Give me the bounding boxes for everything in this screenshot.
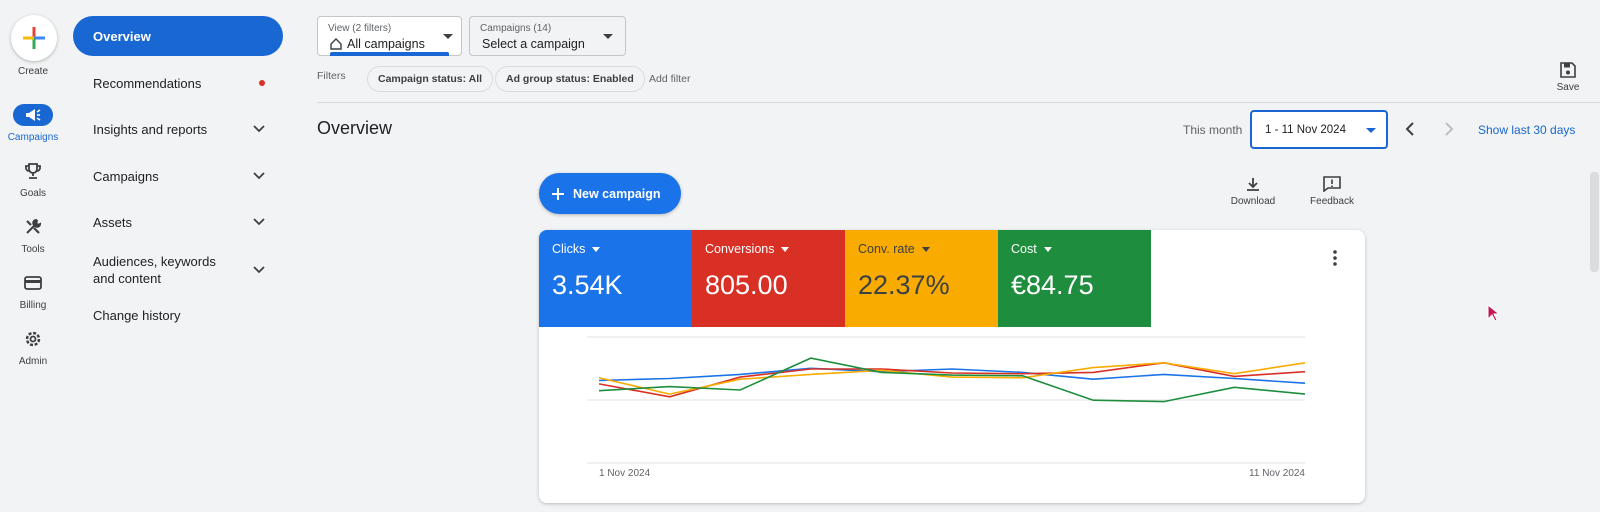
dropdown-caret-icon: [443, 34, 453, 39]
rail-item-campaigns[interactable]: Campaigns: [0, 104, 66, 143]
date-range-label: This month: [1183, 123, 1243, 137]
gear-icon: [13, 328, 53, 350]
rail-label: Tools: [21, 244, 45, 255]
nav-item-change-history[interactable]: Change history: [93, 307, 265, 323]
download-label: Download: [1230, 196, 1276, 207]
new-campaign-button[interactable]: New campaign: [539, 173, 681, 214]
create-label: Create: [17, 66, 48, 77]
add-filter-link[interactable]: Add filter: [649, 73, 690, 85]
download-icon: [1247, 178, 1259, 191]
chevron-down-icon: [253, 125, 265, 133]
x-axis-start-label: 1 Nov 2024: [599, 468, 651, 479]
metric-tile-clicks[interactable]: Clicks 3.54K: [539, 230, 692, 327]
metric-label: Conversions: [705, 242, 775, 256]
x-axis-end-label: 11 Nov 2024: [1249, 468, 1305, 479]
nav-item-assets[interactable]: Assets: [93, 214, 265, 230]
metric-tile-conversions[interactable]: Conversions 805.00: [692, 230, 845, 327]
date-range-picker[interactable]: 1 - 11 Nov 2024: [1250, 110, 1388, 149]
rail-label: Admin: [18, 356, 48, 367]
tools-icon: [13, 216, 53, 238]
view-selector-value: All campaigns: [330, 37, 425, 51]
chevron-left-icon[interactable]: [1404, 121, 1416, 137]
dropdown-caret-icon: [781, 246, 790, 252]
performance-card: Clicks 3.54K Conversions 805.00 Conv. ra…: [539, 230, 1365, 503]
nav-item-audiences[interactable]: Audiences, keywords and content: [93, 252, 265, 288]
metric-label: Cost: [1011, 242, 1037, 256]
metric-value: €84.75: [1011, 270, 1094, 300]
rail-label: Campaigns: [7, 132, 59, 143]
megaphone-icon: [13, 104, 53, 126]
nav-item-campaigns[interactable]: Campaigns: [93, 168, 265, 184]
view-selector-label: View (2 filters): [328, 23, 392, 34]
campaign-selector[interactable]: Campaigns (14) Select a campaign: [469, 16, 626, 56]
metric-value: 22.37%: [858, 270, 950, 300]
metric-label: Clicks: [552, 242, 586, 256]
rail-label: Goals: [19, 188, 47, 199]
show-last-30-days-link[interactable]: Show last 30 days: [1478, 123, 1575, 137]
metric-value: 3.54K: [552, 270, 623, 300]
create-button[interactable]: [11, 15, 57, 61]
page-title: Overview: [317, 118, 393, 138]
dropdown-caret-icon: [592, 246, 601, 252]
metric-value: 805.00: [705, 270, 788, 300]
nav-label: Campaigns: [93, 168, 159, 184]
dropdown-caret-icon: [921, 246, 930, 252]
campaign-selector-label: Campaigns (14): [480, 23, 552, 34]
line-chart: 1 Nov 2024 11 Nov 2024: [587, 336, 1306, 479]
metric-tile-cost[interactable]: Cost €84.75: [998, 230, 1151, 327]
save-button[interactable]: Save: [1552, 62, 1584, 93]
rail-item-billing[interactable]: Billing: [0, 272, 66, 311]
feedback-label: Feedback: [1310, 196, 1354, 207]
metric-label: Conv. rate: [858, 242, 915, 256]
selected-indicator: [330, 52, 449, 56]
feedback-button[interactable]: Feedback: [1307, 176, 1357, 207]
nav-item-insights[interactable]: Insights and reports: [93, 121, 265, 137]
plus-icon: [552, 187, 564, 200]
mouse-cursor-icon: [1487, 304, 1499, 322]
date-range-value: 1 - 11 Nov 2024: [1265, 123, 1346, 136]
download-button[interactable]: Download: [1228, 176, 1278, 207]
nav-label: Insights and reports: [93, 121, 208, 137]
rail-item-goals[interactable]: Goals: [0, 160, 66, 199]
series-line-cost: [598, 357, 1306, 403]
campaign-selector-value: Select a campaign: [482, 37, 585, 51]
rail-label: Billing: [19, 300, 47, 311]
dropdown-caret-icon: [603, 34, 613, 39]
series-line-conv-rate: [598, 361, 1306, 395]
view-value-text: All campaigns: [347, 37, 425, 51]
more-vert-icon[interactable]: [1333, 250, 1337, 266]
metric-tile-conv-rate[interactable]: Conv. rate 22.37%: [845, 230, 998, 327]
nav-label: Audiences, keywords and content: [93, 254, 216, 286]
chevron-down-icon: [253, 218, 265, 226]
dropdown-caret-icon: [1043, 246, 1052, 252]
scrollbar[interactable]: [1590, 172, 1599, 272]
trophy-icon: [13, 160, 53, 182]
chevron-right-icon[interactable]: [1443, 121, 1455, 137]
view-selector[interactable]: View (2 filters) All campaigns: [317, 16, 462, 56]
feedback-icon: [1323, 176, 1341, 192]
rail-item-tools[interactable]: Tools: [0, 216, 66, 255]
chevron-down-icon: [253, 172, 265, 180]
plus-icon: [23, 27, 45, 49]
divider: [317, 102, 1600, 103]
nav-item-recommendations[interactable]: Recommendations: [93, 75, 265, 91]
filter-chip-ad-group-status[interactable]: Ad group status: Enabled: [495, 66, 645, 92]
notification-dot: [259, 80, 265, 86]
chevron-down-icon: [253, 266, 265, 274]
nav-item-overview[interactable]: Overview: [73, 16, 283, 56]
nav-label: Recommendations: [93, 75, 202, 91]
new-campaign-label: New campaign: [573, 186, 661, 201]
dropdown-caret-icon: [1366, 128, 1376, 133]
filters-label: Filters: [317, 70, 346, 82]
rail-item-admin[interactable]: Admin: [0, 328, 66, 367]
filter-chip-campaign-status[interactable]: Campaign status: All: [367, 66, 494, 92]
save-label: Save: [1556, 82, 1580, 93]
save-icon: [1560, 62, 1576, 78]
nav-label: Assets: [93, 214, 133, 230]
nav-label: Change history: [93, 307, 181, 323]
home-icon: [330, 38, 342, 50]
credit-card-icon: [13, 272, 53, 294]
